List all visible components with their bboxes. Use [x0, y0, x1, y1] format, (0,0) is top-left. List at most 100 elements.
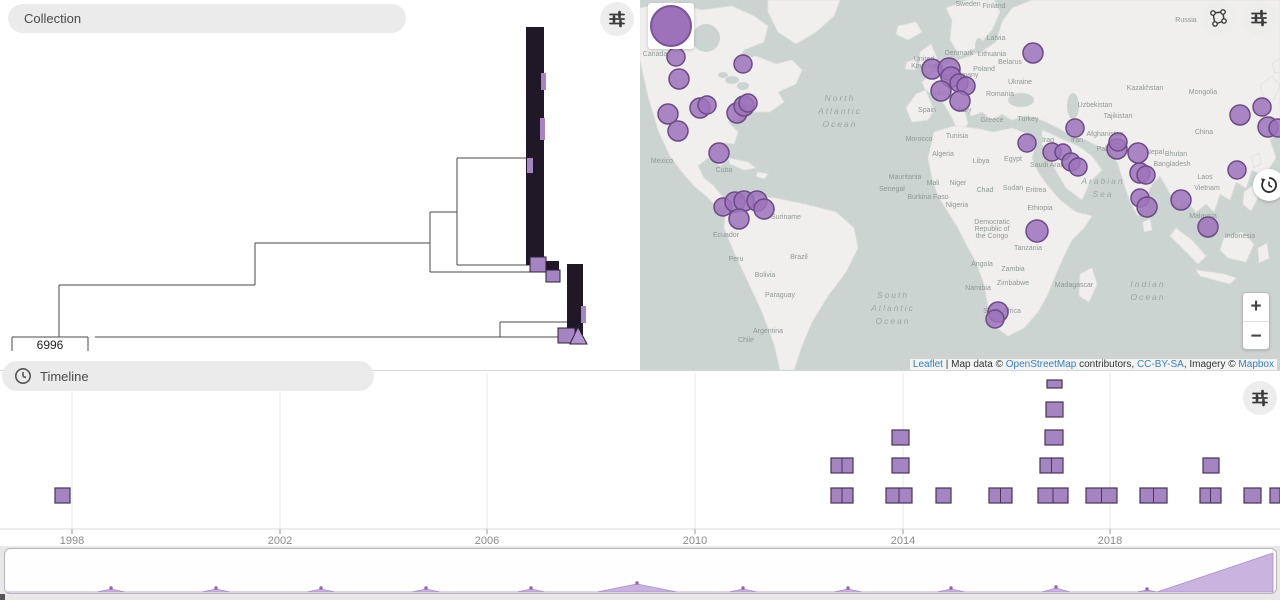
timeline-event[interactable]: [936, 488, 951, 503]
tree-tip[interactable]: [546, 270, 560, 282]
map-settings-button[interactable]: [1242, 1, 1276, 35]
tree-tip-dark[interactable]: [546, 261, 559, 270]
timeline-event[interactable]: [1046, 402, 1063, 417]
country-label: Mali: [927, 180, 940, 187]
zoom-in-button[interactable]: +: [1243, 293, 1269, 322]
timeline-year-label: 2002: [268, 535, 292, 547]
tree-settings-button[interactable]: [600, 2, 634, 36]
ocean-label: Ocean: [822, 119, 857, 129]
country-label: Madagascar: [1055, 282, 1094, 289]
zoom-out-button[interactable]: −: [1243, 322, 1269, 350]
microreact-app: 6996 Collection NorthAtlanticOceanSouthA…: [0, 0, 1280, 600]
map-marker[interactable]: [709, 143, 729, 163]
map-marker[interactable]: [1269, 119, 1280, 137]
attribution-text: contributors,: [1076, 359, 1137, 370]
map-marker[interactable]: [1069, 158, 1087, 176]
timeline-event[interactable]: [1244, 488, 1261, 503]
tree-dense-clade[interactable]: [526, 27, 544, 265]
map-lasso-button[interactable]: [1201, 1, 1235, 35]
map-marker[interactable]: [1198, 217, 1218, 237]
leaflet-link[interactable]: Leaflet: [913, 359, 943, 370]
timeline-event[interactable]: [892, 458, 909, 473]
timeline-event[interactable]: [1203, 458, 1219, 473]
map-marker[interactable]: [669, 69, 689, 89]
map-marker[interactable]: [1230, 105, 1250, 125]
phylogeny-tree[interactable]: 6996: [0, 0, 640, 370]
timeline-range-slider[interactable]: [4, 548, 1277, 594]
map-marker[interactable]: [739, 94, 757, 112]
map-marker[interactable]: [1018, 134, 1036, 152]
map-marker[interactable]: [698, 96, 716, 114]
map-marker[interactable]: [986, 310, 1004, 328]
world-map[interactable]: NorthAtlanticOceanSouthAtlanticOceanIndi…: [640, 0, 1280, 370]
map-marker[interactable]: [668, 121, 688, 141]
map-marker[interactable]: [667, 48, 685, 66]
country-label: Bangladesh: [1154, 161, 1191, 168]
map-legend[interactable]: [648, 3, 694, 49]
country-label: Cuba: [716, 167, 733, 174]
country-label: Ukraine: [1008, 79, 1032, 86]
country-label: Zimbabwe: [997, 280, 1029, 287]
country-label: Suriname: [771, 214, 801, 221]
timeline-event[interactable]: [1270, 488, 1280, 503]
map-marker[interactable]: [1023, 43, 1043, 63]
sliders-icon: [607, 9, 627, 29]
openstreetmap-link[interactable]: OpenStreetMap: [1006, 359, 1077, 370]
map-marker[interactable]: [1128, 143, 1148, 163]
timeline-chart[interactable]: 199820022006201020142018: [0, 371, 1280, 547]
ccbysa-link[interactable]: CC-BY-SA: [1137, 359, 1184, 370]
density-area: [6, 553, 1273, 592]
mapbox-link[interactable]: Mapbox: [1238, 359, 1274, 370]
density-point: [529, 586, 532, 589]
map-marker[interactable]: [1137, 166, 1155, 184]
map-marker[interactable]: [1171, 190, 1191, 210]
timeline-event[interactable]: [1045, 430, 1063, 445]
map-marker[interactable]: [1253, 98, 1271, 116]
timeline-year-label: 2018: [1098, 535, 1122, 547]
country-label: Latvia: [987, 35, 1006, 42]
timeline-year-label: 2010: [683, 535, 707, 547]
timeline-event[interactable]: [55, 488, 70, 503]
map-marker[interactable]: [1228, 161, 1246, 179]
country-label: Ethiopia: [1027, 205, 1052, 212]
attribution-text: | Map data ©: [943, 359, 1006, 370]
ocean-label: South: [877, 290, 909, 300]
map-attribution: Leaflet | Map data © OpenStreetMap contr…: [910, 359, 1277, 370]
ocean-label: Arabian: [1080, 176, 1124, 186]
tree-tip[interactable]: [540, 118, 545, 140]
country-label: Mauritania: [889, 174, 922, 181]
map-history-button[interactable]: [1253, 169, 1280, 201]
country-label: Burkina Faso: [907, 194, 948, 201]
density-point: [741, 586, 744, 589]
country-label: Bolivia: [755, 272, 776, 279]
collection-title: Collection: [24, 11, 81, 26]
map-marker[interactable]: [950, 91, 970, 111]
tree-tip[interactable]: [530, 257, 546, 272]
tree-dense-clade[interactable]: [567, 264, 583, 332]
map-marker[interactable]: [754, 199, 774, 219]
timeline-settings-button[interactable]: [1243, 381, 1277, 415]
country-label: Chad: [977, 187, 994, 194]
map-lake: [737, 82, 749, 90]
slider-handle[interactable]: [0, 594, 5, 600]
density-point: [635, 581, 638, 584]
timeline-event[interactable]: [1047, 380, 1062, 388]
country-label: Spain: [918, 107, 936, 114]
tree-tip[interactable]: [581, 306, 586, 323]
collection-header-pill[interactable]: Collection: [8, 4, 406, 33]
ocean-label: Indian: [1130, 279, 1165, 289]
timeline-header-pill[interactable]: Timeline: [2, 361, 374, 391]
map-marker[interactable]: [1109, 133, 1127, 151]
timeline-year-label: 1998: [60, 535, 84, 547]
map-marker[interactable]: [931, 81, 951, 101]
country-label: Bhutan: [1165, 151, 1187, 158]
tree-tip[interactable]: [541, 73, 546, 90]
map-marker[interactable]: [729, 209, 749, 229]
map-marker[interactable]: [734, 55, 752, 73]
timeline-event[interactable]: [892, 430, 909, 445]
country-label: Denmark: [945, 50, 974, 57]
map-marker[interactable]: [1137, 197, 1157, 217]
tree-tip[interactable]: [527, 158, 533, 173]
map-marker[interactable]: [1066, 119, 1084, 137]
map-marker[interactable]: [1026, 220, 1048, 242]
